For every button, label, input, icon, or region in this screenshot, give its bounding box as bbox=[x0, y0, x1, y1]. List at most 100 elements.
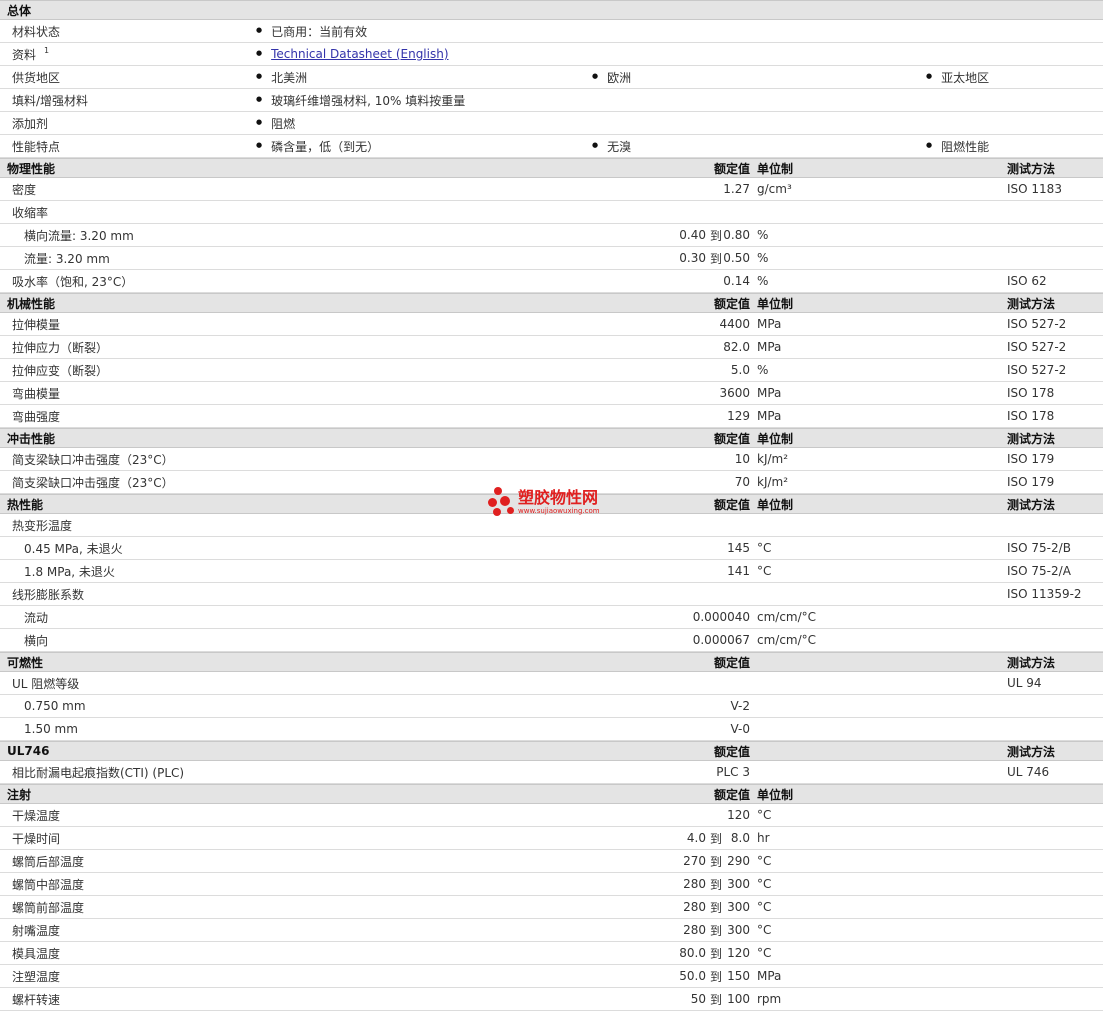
unit: % bbox=[757, 251, 769, 265]
test-method: ISO 179 bbox=[1007, 452, 1055, 466]
bullet-value: 亚太地区 bbox=[926, 66, 989, 88]
property-label: 拉伸应变（断裂） bbox=[12, 363, 109, 378]
property-label: 热变形温度 bbox=[12, 518, 73, 533]
property-label: 干燥时间 bbox=[12, 831, 61, 846]
range-max: 300 bbox=[727, 923, 750, 937]
header-nominal: 额定值 bbox=[713, 655, 750, 670]
bullet-value: 磷含量，低（到无） bbox=[256, 135, 379, 157]
unit: % bbox=[757, 228, 769, 242]
table-row: 干燥时间 4.0 到 8.0 hr bbox=[0, 827, 1103, 850]
header-nominal: 额定值 bbox=[713, 161, 750, 176]
unit: % bbox=[757, 274, 769, 288]
range-min: 4.0 bbox=[686, 831, 706, 845]
range-to: 到 bbox=[709, 251, 722, 266]
test-method: ISO 1183 bbox=[1007, 182, 1062, 196]
range-max: 8.0 bbox=[730, 831, 750, 845]
table-row: 材料状态 已商用：当前有效 bbox=[0, 20, 1103, 43]
header-nominal: 额定值 bbox=[713, 497, 750, 512]
range-max: 120 bbox=[727, 946, 750, 960]
section-header: 物理性能 额定值 单位制 测试方法 bbox=[0, 158, 1103, 178]
table-row: 弯曲模量 3600 MPa ISO 178 bbox=[0, 382, 1103, 405]
range-max: 100 bbox=[727, 992, 750, 1006]
watermark-logo: 塑胶物性网 www.sujiaowuxing.com bbox=[488, 487, 600, 517]
nominal-value: 10 bbox=[734, 452, 750, 466]
table-row: 螺杆转速 50 到 100 rpm bbox=[0, 988, 1103, 1011]
property-label: 拉伸模量 bbox=[12, 317, 61, 332]
test-method: ISO 527-2 bbox=[1007, 340, 1067, 354]
nominal-value: 0.14 bbox=[723, 274, 750, 288]
bullet-value: 北美洲 bbox=[256, 66, 307, 88]
nominal-value: 5.0 bbox=[730, 363, 750, 377]
row-label: 性能特点 bbox=[12, 139, 61, 154]
nominal-value: V-2 bbox=[730, 699, 750, 713]
range-min: 0.40 bbox=[679, 228, 706, 242]
unit: MPa bbox=[757, 969, 782, 983]
range-max: 300 bbox=[727, 877, 750, 891]
range-to: 到 bbox=[709, 992, 722, 1007]
section-header: 冲击性能 额定值 单位制 测试方法 bbox=[0, 428, 1103, 448]
unit: MPa bbox=[757, 340, 782, 354]
property-label: 弯曲模量 bbox=[12, 386, 61, 401]
row-label: 添加剂 bbox=[12, 116, 49, 131]
header-unit: 单位制 bbox=[757, 296, 794, 311]
range-to: 到 bbox=[709, 900, 722, 915]
unit: MPa bbox=[757, 409, 782, 423]
property-label: 简支梁缺口冲击强度（23°C） bbox=[12, 475, 174, 490]
table-row: 模具温度 80.0 到 120 °C bbox=[0, 942, 1103, 965]
table-row: 填料/增强材料 玻璃纤维增强材料, 10% 填料按重量 bbox=[0, 89, 1103, 112]
table-row: UL 阻燃等级 UL 94 bbox=[0, 672, 1103, 695]
test-method: ISO 178 bbox=[1007, 386, 1055, 400]
footnote-marker: 1 bbox=[44, 45, 50, 55]
property-label: 注塑温度 bbox=[12, 969, 61, 984]
bullet-value: 欧洲 bbox=[592, 66, 631, 88]
property-label: 流动 bbox=[24, 610, 49, 625]
bullet-value: 阻燃 bbox=[256, 112, 295, 134]
section-header: 注射 额定值 单位制 bbox=[0, 784, 1103, 804]
unit: rpm bbox=[757, 992, 782, 1006]
table-row: 螺筒中部温度 280 到 300 °C bbox=[0, 873, 1103, 896]
test-method: ISO 75-2/B bbox=[1007, 541, 1071, 555]
test-method: ISO 527-2 bbox=[1007, 317, 1067, 331]
header-method: 测试方法 bbox=[1007, 497, 1056, 512]
property-label: 收缩率 bbox=[12, 205, 49, 220]
property-label: 1.50 mm bbox=[24, 722, 78, 736]
property-label: 射嘴温度 bbox=[12, 923, 61, 938]
header-unit: 单位制 bbox=[757, 497, 794, 512]
unit: °C bbox=[757, 564, 772, 578]
datasheet-link[interactable]: Technical Datasheet (English) bbox=[271, 47, 448, 61]
nominal-value: 1.27 bbox=[723, 182, 750, 196]
range-to: 到 bbox=[709, 831, 722, 846]
table-row: 供货地区 北美洲 欧洲 亚太地区 bbox=[0, 66, 1103, 89]
unit: °C bbox=[757, 900, 772, 914]
header-unit: 单位制 bbox=[757, 787, 794, 802]
table-row: 线形膨胀系数 ISO 11359-2 bbox=[0, 583, 1103, 606]
bullet-value: 无溴 bbox=[592, 135, 631, 157]
test-method: ISO 11359-2 bbox=[1007, 587, 1082, 601]
table-row: 拉伸应变（断裂） 5.0% ISO 527-2 bbox=[0, 359, 1103, 382]
watermark-url: www.sujiaowuxing.com bbox=[518, 507, 600, 515]
unit: kJ/m² bbox=[757, 452, 789, 466]
header-unit: 单位制 bbox=[757, 431, 794, 446]
property-label: 相比耐漏电起痕指数(CTI) (PLC) bbox=[12, 765, 185, 780]
header-nominal: 额定值 bbox=[713, 787, 750, 802]
range-to: 到 bbox=[709, 923, 722, 938]
header-nominal: 额定值 bbox=[713, 744, 750, 759]
range-to: 到 bbox=[709, 854, 722, 869]
property-label: 线形膨胀系数 bbox=[12, 587, 85, 602]
range-to: 到 bbox=[709, 946, 722, 961]
table-row: 横向 0.000067 cm/cm/°C bbox=[0, 629, 1103, 652]
table-row: 注塑温度 50.0 到 150 MPa bbox=[0, 965, 1103, 988]
bullet-value: 已商用：当前有效 bbox=[256, 20, 367, 42]
header-method: 测试方法 bbox=[1007, 296, 1056, 311]
section-title: 物理性能 bbox=[7, 161, 56, 176]
section-title: 可燃性 bbox=[7, 655, 44, 670]
property-label: 螺筒中部温度 bbox=[12, 877, 85, 892]
section-header: UL746 额定值 测试方法 bbox=[0, 741, 1103, 761]
section-title: UL746 bbox=[7, 744, 50, 758]
nominal-value: 141 bbox=[727, 564, 750, 578]
table-row: 添加剂 阻燃 bbox=[0, 112, 1103, 135]
test-method: ISO 62 bbox=[1007, 274, 1047, 288]
section-title: 冲击性能 bbox=[7, 431, 56, 446]
table-row: 干燥温度 120 °C bbox=[0, 804, 1103, 827]
range-min: 50 bbox=[690, 992, 706, 1006]
